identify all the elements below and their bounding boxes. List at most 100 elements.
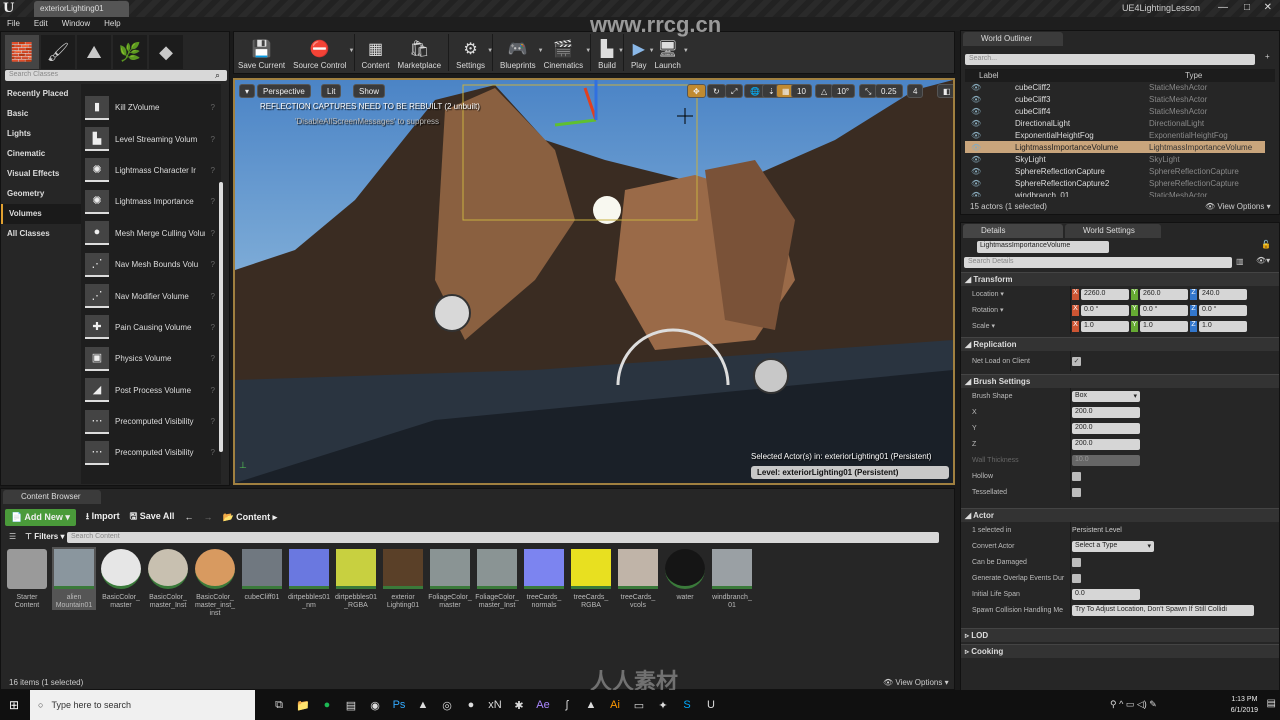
asset-tile[interactable]: BasicColor_ master_Inst (146, 547, 190, 610)
taskbar-clock[interactable]: 1:13 PM 6/1/2019 (1231, 694, 1258, 716)
rotation-x[interactable]: 0.0 ° (1081, 304, 1129, 316)
lock-icon[interactable]: 🔓 (1261, 240, 1271, 249)
outliner-row[interactable]: 👁 ExponentialHeightFog ExponentialHeightFo… (965, 129, 1265, 141)
app-icon[interactable]: ▭ (627, 699, 651, 712)
category-recently-placed[interactable]: Recently Placed (1, 84, 81, 104)
scale-z[interactable]: 1.0 (1199, 320, 1247, 332)
world-outliner-tab[interactable]: World Outliner (963, 32, 1063, 46)
list-item[interactable]: ⋰ Nav Modifier Volume? (81, 280, 221, 311)
build-button[interactable]: ▙ Build ▼ (594, 32, 624, 73)
show-button[interactable]: Show (353, 84, 386, 98)
add-filter-icon[interactable]: + (1265, 52, 1270, 61)
asset-tile[interactable]: exterior Lighting01 (381, 547, 425, 610)
transform-section[interactable]: ◢ Transform (961, 272, 1279, 286)
outliner-row[interactable]: 👁 DirectionalLight DirectionalLight (965, 117, 1265, 129)
sources-toggle-icon[interactable]: ☰ (9, 532, 16, 541)
category-geometry[interactable]: Geometry (1, 184, 81, 204)
outliner-view-options-button[interactable]: 👁 View Options ▾ (1205, 202, 1271, 211)
perspective-button[interactable]: Perspective (257, 84, 311, 98)
visibility-eye-icon[interactable]: 👁 (965, 155, 995, 164)
spotify-icon[interactable]: ● (315, 699, 339, 711)
help-icon[interactable]: ? (211, 229, 215, 238)
app-icon[interactable]: ✱ (507, 699, 531, 712)
help-icon[interactable]: ? (211, 135, 215, 144)
help-icon[interactable]: ? (211, 292, 215, 301)
details-tab[interactable]: Details (963, 224, 1063, 238)
list-item[interactable]: ⋯ Precomputed Visibility? (81, 406, 221, 437)
cinematics-button[interactable]: 🎬 Cinematics ▼ (540, 32, 592, 73)
help-icon[interactable]: ? (211, 417, 215, 426)
app-icon[interactable]: xN (483, 699, 507, 711)
asset-tile[interactable]: treeCards_ vcols (616, 547, 660, 610)
help-icon[interactable]: ? (211, 386, 215, 395)
marketplace-button[interactable]: 🛍 Marketplace (394, 32, 446, 73)
content-view-options-button[interactable]: 👁 View Options ▾ (883, 678, 949, 687)
category-visual-effects[interactable]: Visual Effects (1, 164, 81, 184)
outliner-row[interactable]: 👁 cubeCliff4 StaticMeshActor (965, 105, 1265, 117)
visibility-eye-icon[interactable]: 👁 (965, 107, 995, 116)
system-tray-icons[interactable]: ⚲ ^ ▭ ◁) ✎ (1110, 699, 1157, 710)
outliner-row[interactable]: 👁 LightmassImportanceVolume LightmassImpor… (965, 141, 1265, 153)
foliage-mode-icon[interactable]: 🌿 (113, 35, 147, 69)
file-explorer-icon[interactable]: 📁 (291, 699, 315, 712)
list-item[interactable]: ⋰ Nav Mesh Bounds Volu? (81, 249, 221, 280)
scrollbar[interactable] (219, 182, 223, 452)
world-settings-tab[interactable]: World Settings (1065, 224, 1161, 238)
rotate-icon[interactable]: ↻ (707, 84, 726, 98)
location-x[interactable]: 2260.0 (1081, 288, 1129, 300)
list-item[interactable]: ✺ Lightmass Importance? (81, 186, 221, 217)
overlap-events-checkbox[interactable] (1072, 573, 1081, 583)
import-button[interactable]: ⭳ Import (86, 509, 120, 525)
visibility-eye-icon[interactable]: 👁 (965, 191, 995, 198)
list-item[interactable]: ✚ Pain Causing Volume? (81, 312, 221, 343)
outliner-search-input[interactable]: Search... (965, 54, 1255, 65)
convert-actor-dropdown[interactable]: Select a Type ▾ (1072, 540, 1154, 552)
settings-button[interactable]: ⚙ Settings ▼ (452, 32, 493, 73)
close-icon[interactable]: ✕ (1264, 2, 1272, 13)
menu-window[interactable]: Window (62, 19, 90, 29)
help-icon[interactable]: ? (211, 260, 215, 269)
play-button[interactable]: ▶ Play ▼ (627, 32, 655, 73)
visibility-eye-icon[interactable]: 👁 (965, 83, 995, 92)
menu-edit[interactable]: Edit (34, 19, 48, 29)
level-tab[interactable]: exteriorLighting01 (34, 1, 129, 17)
eye-icon[interactable]: 👁▾ (1256, 256, 1270, 265)
search-classes-input[interactable]: Search Classes (5, 70, 227, 81)
asset-tile[interactable]: cubeCliff01 (240, 547, 284, 602)
list-item[interactable]: ● Mesh Merge Culling Volum? (81, 218, 221, 249)
app-icon[interactable]: ▲ (579, 699, 603, 711)
list-item[interactable]: ⋯ Precomputed Visibility? (81, 437, 221, 468)
help-icon[interactable]: ? (211, 354, 215, 363)
actor-section[interactable]: ◢ Actor (961, 508, 1279, 522)
list-item[interactable]: ◢ Post Process Volume? (81, 375, 221, 406)
cooking-section[interactable]: ▹ Cooking (961, 644, 1279, 658)
save-all-button[interactable]: 🖫 Save All (130, 509, 175, 525)
paint-mode-icon[interactable]: 🖌 (41, 35, 75, 69)
net-load-checkbox[interactable]: ✓ (1072, 356, 1081, 366)
list-item[interactable]: ✺ Lightmass Character Ir? (81, 155, 221, 186)
can-be-damaged-checkbox[interactable] (1072, 557, 1081, 567)
grid-snap-value[interactable]: 10 (791, 84, 812, 98)
asset-tile[interactable]: FoliageColor_ master (428, 547, 472, 610)
notifications-icon[interactable]: ▤ (1267, 698, 1276, 709)
actor-name-field[interactable]: LightmassImportanceVolume (977, 241, 1109, 253)
app-icon[interactable]: ▤ (339, 699, 363, 712)
search-content-input[interactable]: Search Content (67, 532, 939, 543)
rotation-z[interactable]: 0.0 ° (1199, 304, 1247, 316)
category-volumes[interactable]: Volumes (1, 204, 81, 224)
asset-tile[interactable]: FoliageColor_ master_Inst (475, 547, 519, 610)
help-icon[interactable]: ? (211, 323, 215, 332)
outliner-row[interactable]: 👁 cubeCliff2 StaticMeshActor (965, 81, 1265, 93)
steam-icon[interactable]: ◉ (363, 699, 387, 712)
add-new-button[interactable]: 📄 Add New ▾ (5, 508, 76, 526)
asset-tile[interactable]: BasicColor_ master (99, 547, 143, 610)
app-icon[interactable]: ʃ (555, 699, 579, 711)
skype-icon[interactable]: S (675, 699, 699, 711)
property-matrix-icon[interactable]: ▥ (1236, 257, 1244, 266)
visibility-eye-icon[interactable]: 👁 (965, 167, 995, 176)
category-lights[interactable]: Lights (1, 124, 81, 144)
brush-settings-section[interactable]: ◢ Brush Settings (961, 374, 1279, 388)
asset-tile[interactable]: windbranch_ 01 (710, 547, 754, 610)
translate-icon[interactable]: ✥ (687, 84, 706, 98)
maximize-icon[interactable]: □ (1244, 2, 1250, 13)
